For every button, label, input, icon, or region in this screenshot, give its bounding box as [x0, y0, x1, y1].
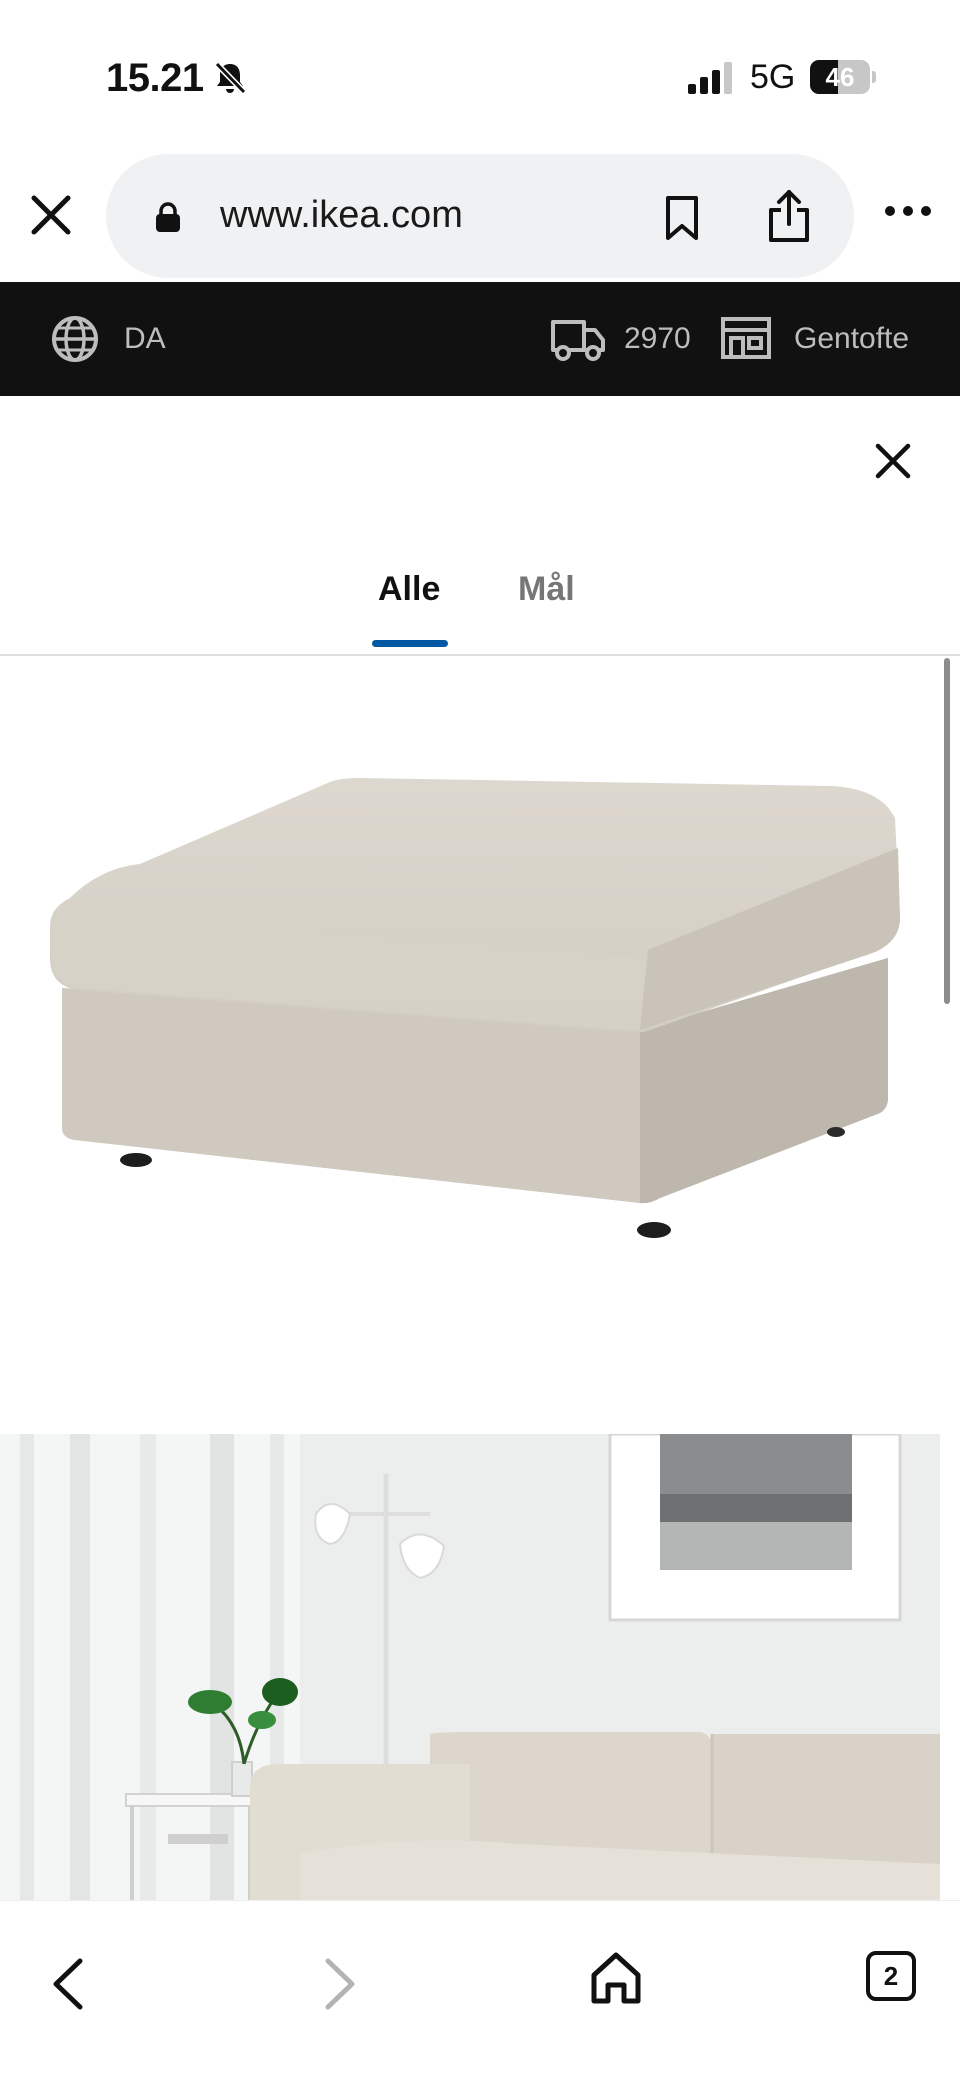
product-image[interactable] — [0, 658, 940, 1378]
signal-icon — [688, 62, 732, 94]
battery-percent: 46 — [825, 62, 855, 92]
close-icon[interactable] — [28, 192, 74, 238]
close-icon[interactable] — [872, 440, 914, 482]
tab-count: 2 — [883, 1961, 899, 1991]
home-icon[interactable] — [588, 1949, 644, 2007]
ikea-mobile-page: 15.21 5G 46 www.ikea.com DA 2970 Gentoft… — [0, 0, 960, 2087]
image-gallery-modal: Alle Mål — [0, 396, 960, 1900]
store-icon[interactable] — [720, 316, 772, 360]
room-scene-image[interactable] — [0, 1434, 940, 1900]
bookmark-icon[interactable] — [662, 194, 702, 242]
battery-body: 46 — [810, 60, 870, 94]
url-text[interactable]: www.ikea.com — [220, 194, 463, 237]
share-icon[interactable] — [766, 188, 812, 244]
globe-icon[interactable] — [50, 314, 100, 364]
lock-icon — [156, 202, 180, 232]
browser-bottom-toolbar: 2 — [0, 1900, 960, 2087]
delivery-zip[interactable]: 2970 — [624, 322, 691, 356]
chevron-left-icon[interactable] — [46, 1955, 90, 2013]
chevron-right-icon[interactable] — [318, 1955, 362, 2013]
tab-alle[interactable]: Alle — [378, 570, 440, 609]
gallery-tabs: Alle Mål — [0, 556, 960, 656]
language-selector[interactable]: DA — [124, 322, 166, 356]
truck-icon[interactable] — [550, 316, 606, 362]
battery-cap — [872, 71, 876, 83]
battery-icon: 46 — [810, 60, 876, 94]
status-bar: 15.21 5G 46 — [0, 0, 960, 140]
store-name[interactable]: Gentofte — [794, 322, 909, 356]
active-tab-indicator — [372, 640, 448, 647]
tabs-icon[interactable]: 2 — [866, 1951, 916, 2001]
address-bar[interactable]: www.ikea.com — [106, 154, 854, 278]
tab-mal[interactable]: Mål — [518, 570, 575, 609]
status-time: 15.21 — [106, 56, 204, 100]
more-icon[interactable] — [884, 204, 932, 218]
browser-toolbar: www.ikea.com — [0, 140, 960, 282]
ikea-top-bar: DA 2970 Gentofte — [0, 282, 960, 396]
gallery-scrollbar[interactable] — [944, 658, 950, 1004]
network-type: 5G — [750, 58, 796, 96]
gallery-images[interactable] — [0, 658, 960, 1900]
bell-slash-icon — [214, 61, 247, 95]
